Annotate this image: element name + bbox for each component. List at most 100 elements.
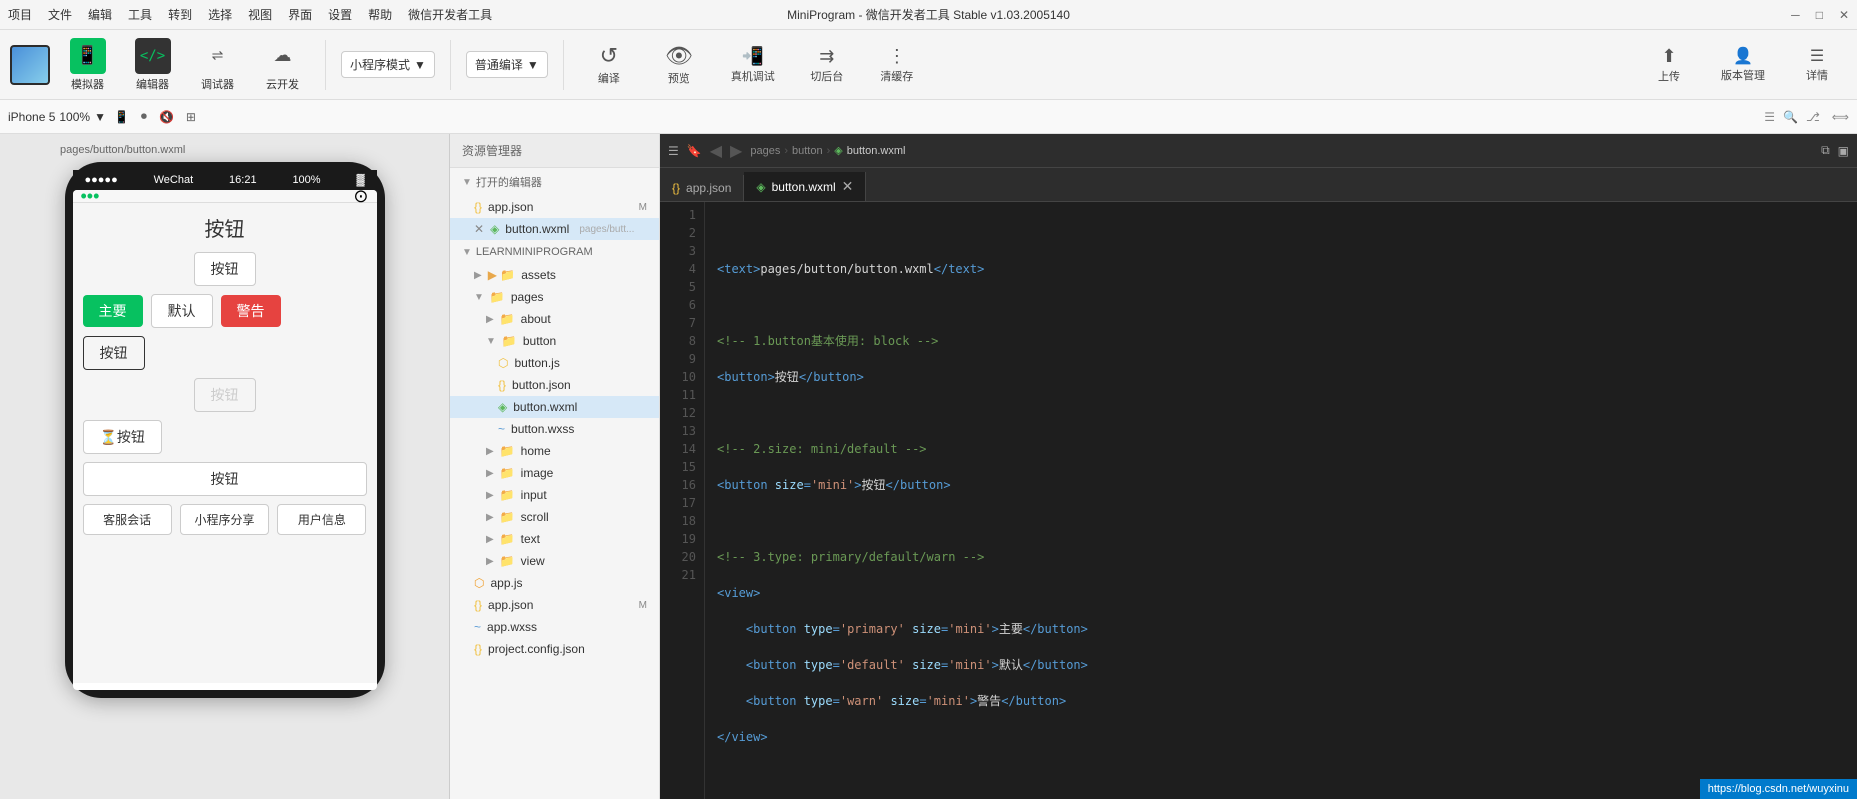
open-file-app-json[interactable]: {} app.json M (450, 196, 659, 218)
split-layout-icon[interactable]: ▣ (1838, 144, 1849, 158)
folder-home[interactable]: ▶ 📁 home (450, 440, 659, 462)
bookmark-icon[interactable]: 🔖 (687, 144, 702, 158)
sync-icon[interactable]: ⟺ (1832, 110, 1849, 124)
editor-top-bar: ☰ 🔖 ◀ ▶ pages › button › ◈ button.wxml ⧉… (660, 134, 1857, 168)
folder-assets[interactable]: ▶ ▶ 📁 assets (450, 264, 659, 286)
plain-button[interactable]: 按钮 (194, 252, 256, 286)
folder-scroll[interactable]: ▶ 📁 scroll (450, 506, 659, 528)
tab-close-icon[interactable]: ✕ (842, 178, 854, 195)
default-button[interactable]: 默认 (151, 294, 213, 328)
code-content[interactable]: <text>pages/button/button.wxml</text> <!… (705, 202, 1857, 799)
list-icon[interactable]: ☰ (1764, 110, 1775, 124)
simulator-button[interactable]: 📱 模拟器 (60, 34, 115, 96)
app-icon (10, 45, 50, 85)
userinfo-button[interactable]: 用户信息 (277, 504, 366, 535)
debugger-button[interactable]: ⇌ 调试器 (190, 34, 245, 96)
open-file-button-wxml[interactable]: ✕ ◈ button.wxml pages/butt... (450, 218, 659, 240)
menu-item-help[interactable]: 帮助 (368, 6, 392, 23)
rotate-icon[interactable]: ⊞ (186, 110, 196, 124)
folder-pages[interactable]: ▼ 📁 pages (450, 286, 659, 308)
split-editor-icon[interactable]: ⧉ (1821, 143, 1830, 158)
record-icon[interactable]: ⏺ (141, 109, 147, 124)
search-icon[interactable]: 🔍 (1783, 110, 1798, 124)
menu-item-edit[interactable]: 编辑 (88, 6, 112, 23)
nav-menu-icon: ⊙ (353, 190, 368, 207)
compile-action-button[interactable]: ↺ 编译 (579, 39, 639, 90)
phone-screen: ••• ⊙ 按钮 按钮 主要 默认 警告 (73, 190, 377, 690)
folder-assets-icon: ▶ 📁 (488, 268, 516, 282)
normal-btn-row: 按钮 (83, 462, 367, 496)
divider2 (450, 40, 451, 90)
menu-item-interface[interactable]: 界面 (288, 6, 312, 23)
menu-item-file[interactable]: 文件 (48, 6, 72, 23)
project-triangle-icon: ▼ (462, 247, 472, 258)
editor-button[interactable]: </> 编辑器 (125, 34, 180, 96)
folder-input-icon: 📁 (500, 488, 515, 502)
folder-about[interactable]: ▶ 📁 about (450, 308, 659, 330)
close-file-icon[interactable]: ✕ (474, 222, 484, 236)
editor-tabs: {} app.json ◈ button.wxml ✕ (660, 168, 1857, 202)
upload-button[interactable]: ⬆ 上传 (1639, 42, 1699, 88)
json-file-icon: {} (474, 200, 482, 214)
compile-mode-selector[interactable]: 普通编译 ▼ (466, 51, 548, 78)
menu-item-select[interactable]: 选择 (208, 6, 232, 23)
menu-item-settings[interactable]: 设置 (328, 6, 352, 23)
file-button-wxml[interactable]: ◈ button.wxml (450, 396, 659, 418)
nav-forward-icon[interactable]: ▶ (730, 141, 742, 161)
window-maximize[interactable]: □ (1816, 8, 1823, 22)
window-close[interactable]: ✕ (1839, 8, 1849, 22)
mode-selector[interactable]: 小程序模式 ▼ (341, 51, 435, 78)
status-url: https://blog.csdn.net/wuyxinu (1708, 783, 1849, 795)
tab-button-wxml[interactable]: ◈ button.wxml ✕ (744, 172, 866, 201)
branch-icon[interactable]: ⎇ (1806, 110, 1820, 124)
device-selector[interactable]: iPhone 5 100% ▼ (8, 110, 106, 124)
folder-text[interactable]: ▶ 📁 text (450, 528, 659, 550)
folder-input[interactable]: ▶ 📁 input (450, 484, 659, 506)
disabled-btn-row: 按钮 (83, 378, 367, 412)
file-app-wxss[interactable]: ~ app.wxss (450, 616, 659, 638)
folder-button[interactable]: ▼ 📁 button (450, 330, 659, 352)
detail-button[interactable]: ☰ 详情 (1787, 42, 1847, 87)
normal-button[interactable]: 按钮 (83, 462, 367, 496)
cloud-button[interactable]: ☁ 云开发 (255, 34, 310, 96)
phone-icon[interactable]: 📱 (114, 110, 129, 124)
hamburger-icon[interactable]: ☰ (668, 144, 679, 158)
file-button-js[interactable]: ⬡ button.js (450, 352, 659, 374)
menu-item-devtools[interactable]: 微信开发者工具 (408, 6, 492, 23)
phone-content: 按钮 按钮 主要 默认 警告 按钮 (73, 203, 377, 683)
tab-json-icon: {} (672, 181, 680, 195)
contact-button[interactable]: 客服会话 (83, 504, 172, 535)
outline-btn-row: 按钮 (83, 336, 367, 370)
preview-button[interactable]: 👁 预览 (649, 39, 709, 90)
disabled-button: 按钮 (194, 378, 256, 412)
share-button[interactable]: 小程序分享 (180, 504, 269, 535)
menu-item-tools[interactable]: 工具 (128, 6, 152, 23)
real-debug-button[interactable]: 📲 真机调试 (719, 42, 787, 88)
primary-button[interactable]: 主要 (83, 295, 143, 327)
loading-button[interactable]: ⏳按钮 (83, 420, 162, 454)
menu-item-project[interactable]: 项目 (8, 6, 32, 23)
mute-icon[interactable]: 🔇 (159, 110, 174, 124)
file-app-js[interactable]: ⬡ app.js (450, 572, 659, 594)
project-section[interactable]: ▼ LEARNMINIPROGRAM (450, 240, 659, 264)
folder-image[interactable]: ▶ 📁 image (450, 462, 659, 484)
menu-item-view[interactable]: 视图 (248, 6, 272, 23)
version-manager-button[interactable]: 👤 版本管理 (1709, 42, 1777, 87)
file-button-json[interactable]: {} button.json (450, 374, 659, 396)
nav-back-icon[interactable]: ◀ (710, 141, 722, 161)
warn-button[interactable]: 警告 (221, 295, 281, 327)
menu-item-goto[interactable]: 转到 (168, 6, 192, 23)
folder-button-icon: 📁 (502, 334, 517, 348)
backend-button[interactable]: ⇉ 切后台 (797, 42, 857, 88)
file-button-wxss[interactable]: ~ button.wxss (450, 418, 659, 440)
clear-cache-button[interactable]: ⋮ 清缓存 (867, 42, 927, 88)
folder-view[interactable]: ▶ 📁 view (450, 550, 659, 572)
file-project-config[interactable]: {} project.config.json (450, 638, 659, 660)
open-editors-section[interactable]: ▼ 打开的编辑器 (450, 168, 659, 196)
file-app-json[interactable]: {} app.json M (450, 594, 659, 616)
tab-app-json[interactable]: {} app.json (660, 175, 744, 201)
outline-button[interactable]: 按钮 (83, 336, 145, 370)
battery-indicator: 100% (292, 174, 320, 186)
window-minimize[interactable]: ─ (1791, 8, 1800, 22)
nav-dots: ••• (81, 190, 100, 207)
